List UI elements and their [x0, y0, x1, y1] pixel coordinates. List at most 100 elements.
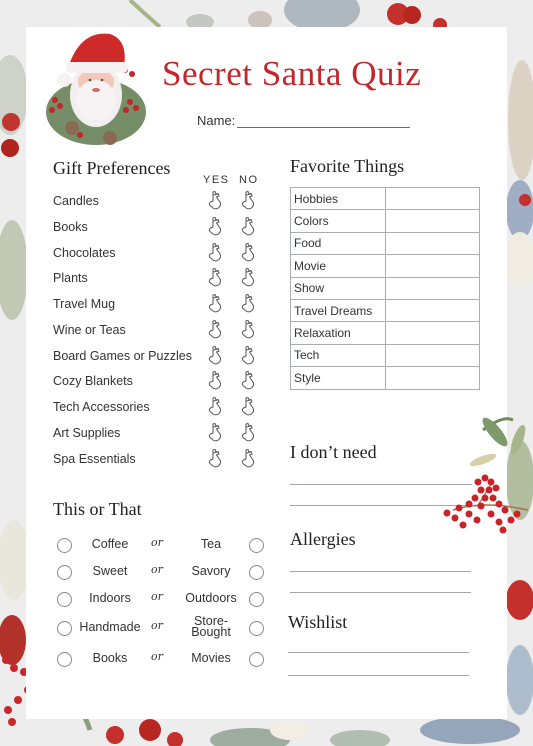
- stocking-icon: [241, 448, 255, 467]
- right-option-label: Savory: [191, 564, 231, 578]
- stocking-icon: [208, 396, 222, 416]
- yes-stocking-checkbox[interactable]: [207, 216, 223, 242]
- stocking-icon: [241, 422, 255, 442]
- no-stocking-checkbox[interactable]: [240, 345, 256, 371]
- no-stocking-checkbox[interactable]: [240, 396, 256, 422]
- gift-item-label: Cozy Blankets: [53, 374, 133, 389]
- gift-item-label: Candles: [53, 194, 99, 208]
- favorite-things-row: Movie: [290, 254, 480, 278]
- stocking-icon: [241, 293, 255, 313]
- favorite-answer-cell[interactable]: [385, 276, 480, 300]
- right-option-radio[interactable]: [249, 565, 264, 580]
- no-column-header: NO: [239, 174, 259, 186]
- no-stocking-checkbox[interactable]: [240, 293, 256, 319]
- yes-stocking-checkbox[interactable]: [207, 371, 223, 396]
- stocking-icon: [208, 190, 222, 210]
- no-stocking-checkbox[interactable]: [240, 190, 256, 216]
- favorite-things-row: Show: [290, 276, 480, 300]
- yes-stocking-checkbox[interactable]: [207, 293, 223, 319]
- favorite-things-row: Colors: [290, 209, 480, 233]
- favorite-answer-cell[interactable]: [385, 321, 480, 345]
- favorite-answer-cell[interactable]: [385, 298, 480, 323]
- yes-stocking-checkbox[interactable]: [207, 190, 223, 216]
- gift-item-label: Books: [53, 219, 88, 234]
- or-separator: or: [151, 619, 163, 632]
- favorite-label: Show: [290, 276, 386, 300]
- right-option-radio[interactable]: [249, 652, 264, 667]
- yes-stocking-checkbox[interactable]: [207, 396, 223, 422]
- no-stocking-checkbox[interactable]: [240, 216, 256, 242]
- favorite-things-row: Style: [290, 366, 480, 390]
- stocking-icon: [241, 319, 255, 339]
- right-option-label: Outdoors: [185, 591, 237, 605]
- favorite-things-row: Hobbies: [290, 186, 480, 211]
- favorite-label: Style: [290, 366, 386, 390]
- favorite-things-row: Travel Dreams: [290, 298, 480, 323]
- favorite-answer-cell[interactable]: [385, 231, 480, 256]
- wishlist-line-1[interactable]: [288, 652, 469, 653]
- stocking-icon: [208, 216, 222, 236]
- yes-stocking-checkbox[interactable]: [207, 345, 223, 371]
- yes-stocking-checkbox[interactable]: [207, 422, 223, 448]
- stocking-icon: [208, 422, 222, 442]
- allergies-heading: Allergies: [290, 529, 356, 549]
- stocking-icon: [241, 190, 255, 210]
- no-stocking-checkbox[interactable]: [240, 371, 256, 396]
- favorite-label: Relaxation: [290, 321, 386, 345]
- favorite-things-row: Relaxation: [290, 321, 480, 345]
- right-option-radio[interactable]: [249, 538, 264, 553]
- left-option-label: Indoors: [89, 591, 131, 605]
- favorite-things-row: Tech: [290, 343, 480, 368]
- allergies-line-2[interactable]: [290, 592, 471, 593]
- favorite-answer-cell[interactable]: [385, 209, 480, 233]
- yes-stocking-checkbox[interactable]: [207, 448, 223, 474]
- no-stocking-checkbox[interactable]: [240, 268, 256, 293]
- gift-item-label: Art Supplies: [53, 425, 121, 440]
- stocking-icon: [208, 319, 222, 339]
- no-stocking-checkbox[interactable]: [240, 448, 256, 474]
- gift-item-label: Spa Essentials: [53, 451, 136, 466]
- yes-stocking-checkbox[interactable]: [207, 319, 223, 345]
- wishlist-line-2[interactable]: [288, 675, 469, 676]
- stocking-icon: [241, 242, 255, 261]
- right-option-label: Movies: [191, 651, 231, 665]
- no-stocking-checkbox[interactable]: [240, 422, 256, 448]
- stocking-icon: [241, 268, 255, 287]
- gift-item-label: Board Games or Puzzles: [53, 348, 192, 363]
- right-option-radio[interactable]: [249, 592, 264, 607]
- no-stocking-checkbox[interactable]: [240, 242, 256, 268]
- left-option-label: Handmade: [79, 620, 141, 634]
- favorite-answer-cell[interactable]: [385, 254, 480, 278]
- stocking-icon: [208, 371, 222, 390]
- yes-stocking-checkbox[interactable]: [207, 242, 223, 268]
- favorite-label: Colors: [290, 209, 386, 233]
- favorite-label: Food: [290, 231, 386, 256]
- stocking-icon: [208, 293, 222, 313]
- yes-column-header: YES: [203, 174, 230, 186]
- dont-need-line-1[interactable]: [290, 484, 472, 485]
- gift-preferences-heading: Gift Preferences: [53, 158, 171, 178]
- favorite-answer-cell[interactable]: [385, 186, 480, 211]
- stocking-icon: [208, 345, 222, 364]
- left-option-label: Sweet: [92, 564, 128, 578]
- right-option-radio[interactable]: [249, 621, 264, 636]
- favorite-label: Movie: [290, 254, 386, 278]
- dont-need-line-2[interactable]: [290, 505, 472, 506]
- right-option-label: Tea: [200, 537, 222, 551]
- stocking-icon: [241, 216, 255, 236]
- name-input-line[interactable]: [237, 127, 410, 128]
- allergies-line-1[interactable]: [290, 571, 471, 572]
- favorite-label: Travel Dreams: [290, 298, 386, 323]
- or-separator: or: [151, 590, 163, 603]
- yes-stocking-checkbox[interactable]: [207, 268, 223, 293]
- favorite-things-row: Food: [290, 231, 480, 256]
- or-separator: or: [151, 650, 163, 663]
- this-or-that-heading: This or That: [53, 499, 142, 519]
- favorite-answer-cell[interactable]: [385, 343, 480, 368]
- left-option-label: Books: [92, 651, 128, 665]
- favorite-answer-cell[interactable]: [385, 366, 480, 390]
- gift-item-label: Wine or Teas: [53, 322, 126, 337]
- name-label: Name:: [197, 113, 236, 128]
- no-stocking-checkbox[interactable]: [240, 319, 256, 345]
- favorite-things-table: Hobbies Colors Food Movie Show Travel Dreams R…: [290, 186, 480, 390]
